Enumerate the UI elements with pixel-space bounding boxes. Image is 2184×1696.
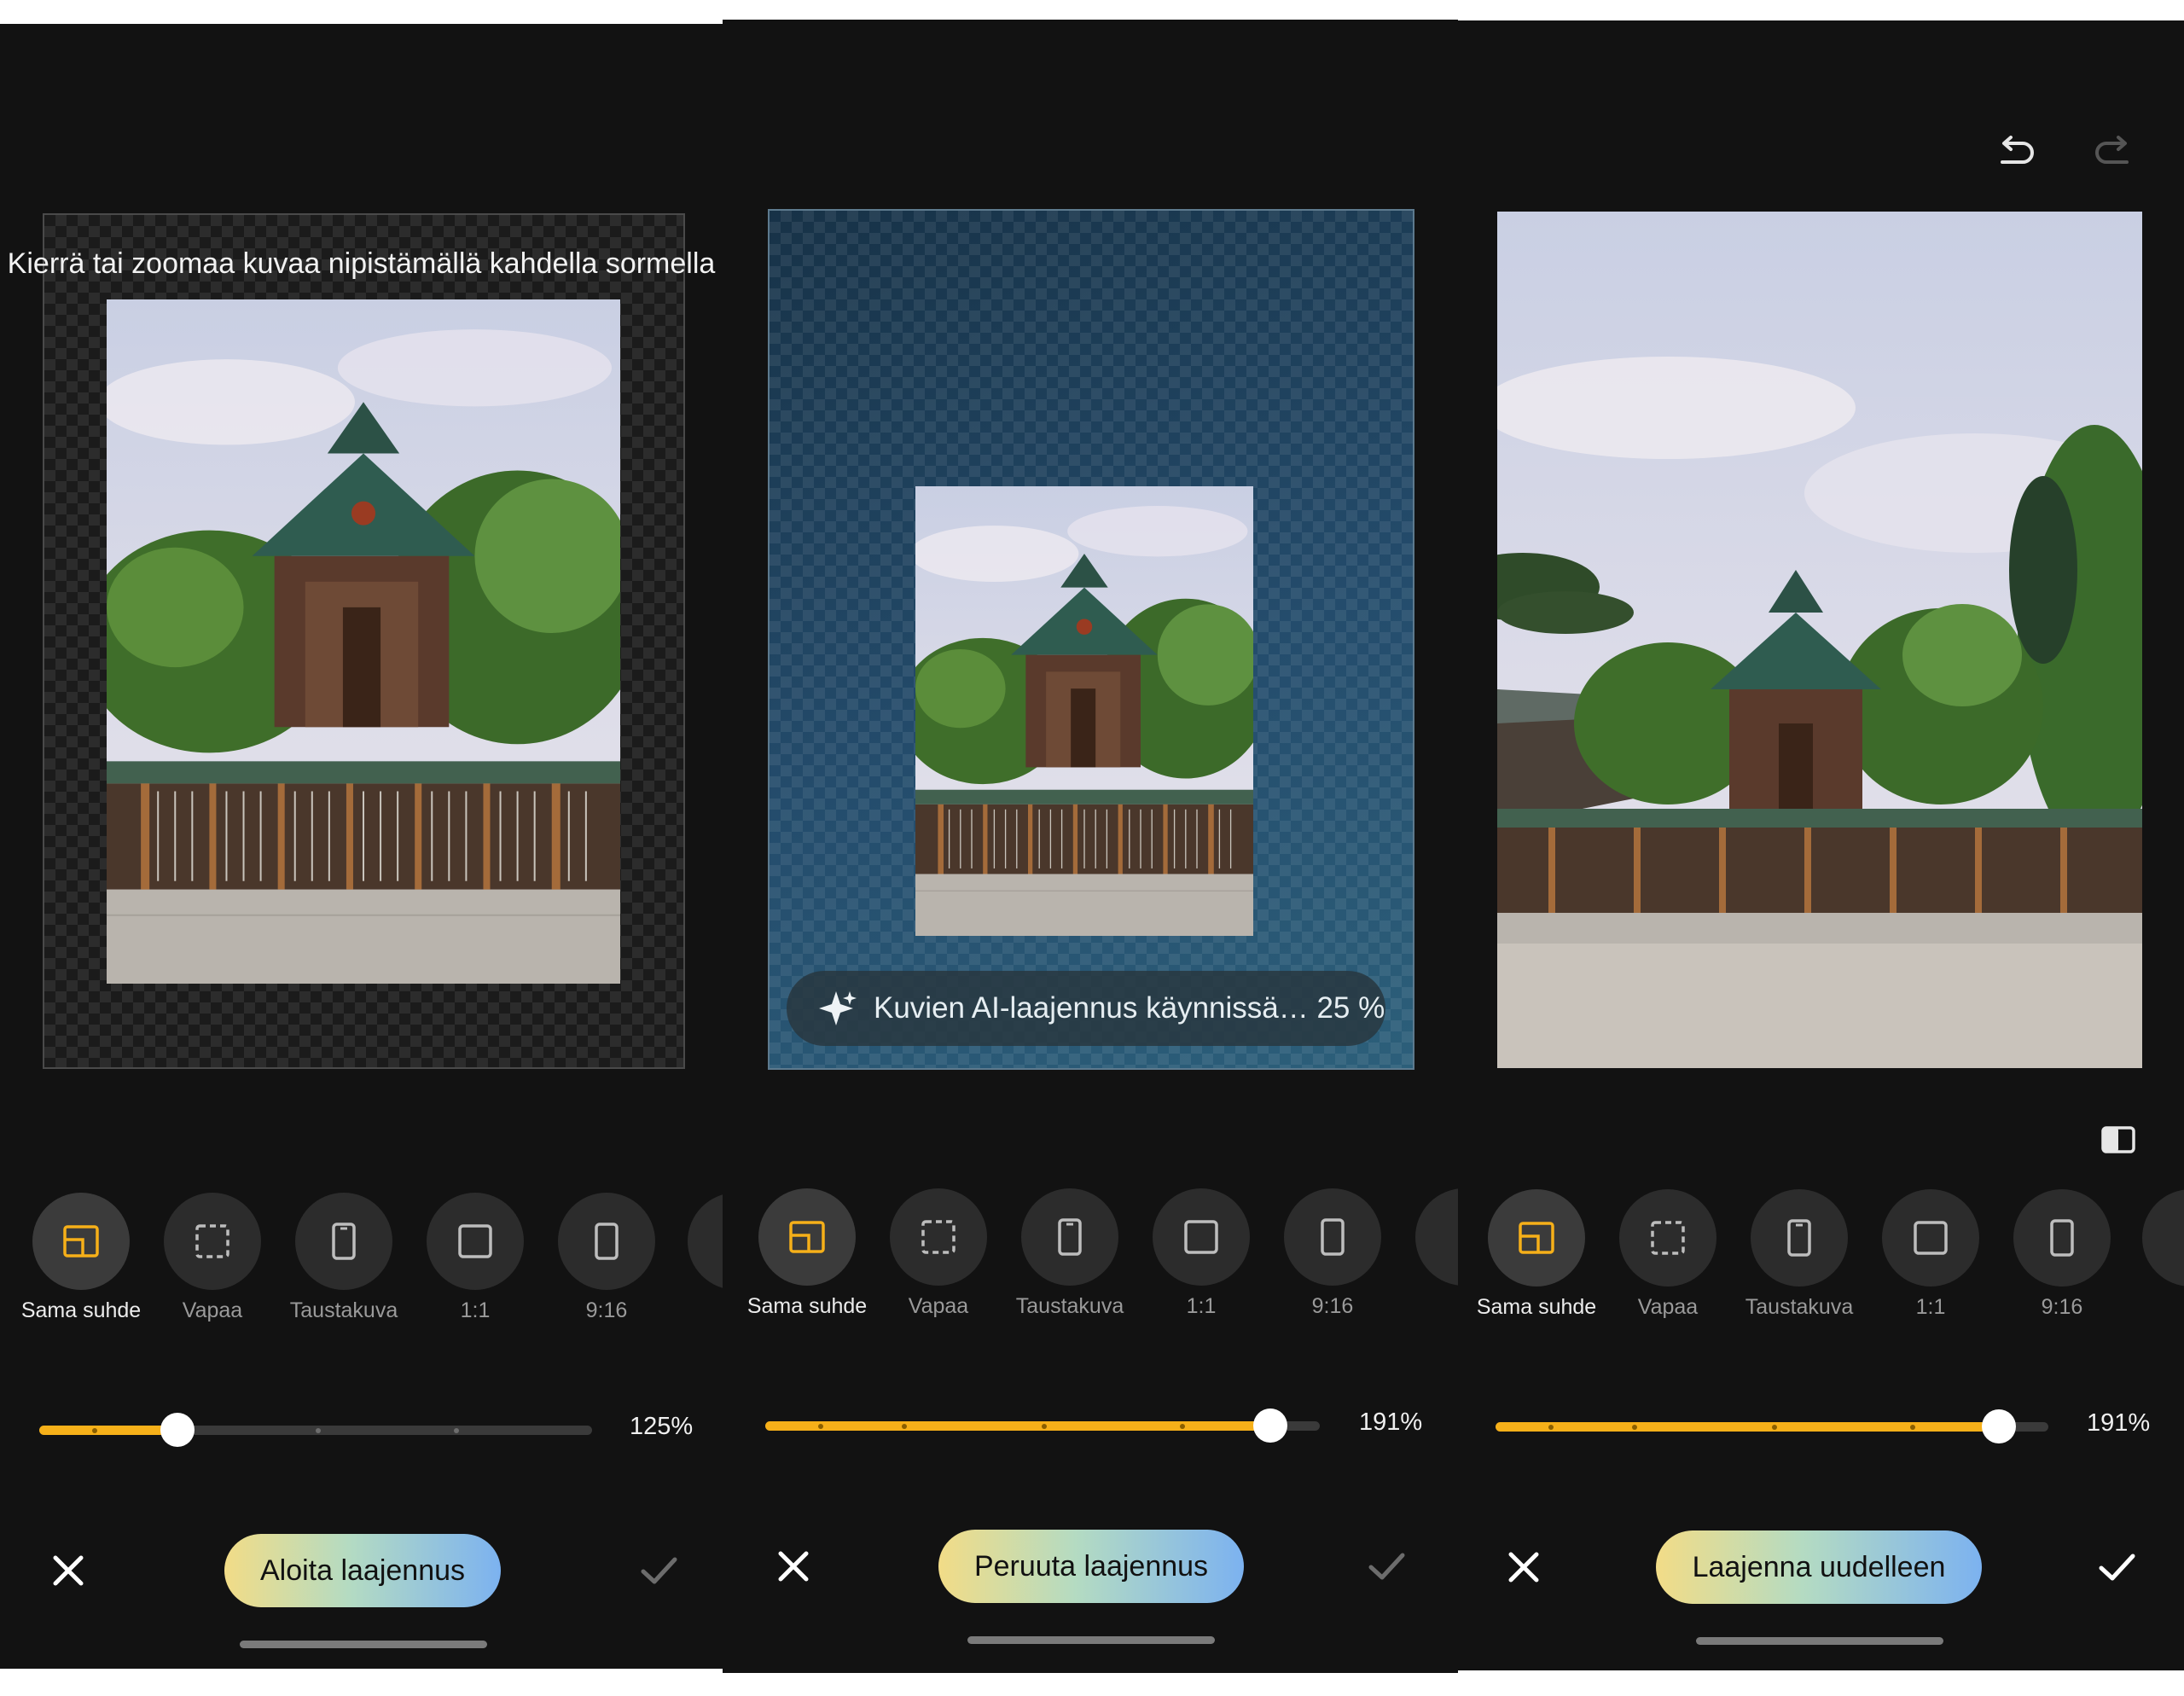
option-label: Vapaa xyxy=(1637,1295,1699,1319)
option-1-1[interactable]: 1:1 xyxy=(410,1193,541,1323)
portrait-ratio-icon xyxy=(2050,1219,2074,1257)
option-1-1[interactable]: 1:1 xyxy=(1136,1188,1267,1319)
option-label: Taustakuva xyxy=(1015,1294,1124,1318)
editor-screen-3: Sama suhde Vapaa Taustakuva 1:1 9:16 191… xyxy=(1458,20,2184,1670)
option-9-16[interactable]: 9:16 xyxy=(1267,1188,1398,1319)
zoom-slider-knob[interactable] xyxy=(160,1413,195,1447)
zoom-percent: 191% xyxy=(1359,1408,1423,1436)
aspect-options: Sama suhde Vapaa Taustakuva 1:1 9:16 xyxy=(723,1188,1458,1319)
same-ratio-icon xyxy=(63,1225,99,1257)
confirm-icon[interactable] xyxy=(1361,1541,1412,1592)
ai-progress-toast: Kuvien AI-laajennus käynnissä… 25 % xyxy=(787,971,1385,1046)
zoom-slider[interactable] xyxy=(39,1413,592,1447)
editor-screen-1: Kierrä tai zoomaa kuvaa nipistämällä kah… xyxy=(0,24,723,1669)
portrait-ratio-icon xyxy=(595,1223,619,1260)
option-1-1[interactable]: 1:1 xyxy=(1865,1189,1996,1320)
same-ratio-icon xyxy=(1519,1222,1554,1254)
bottom-bar: Peruuta laajennus xyxy=(723,1530,1458,1606)
option-more-partial[interactable] xyxy=(688,1193,723,1290)
option-label: 9:16 xyxy=(1311,1294,1354,1318)
gesture-hint: Kierrä tai zoomaa kuvaa nipistämällä kah… xyxy=(7,247,716,280)
option-label: Sama suhde xyxy=(1476,1295,1597,1319)
phone-wallpaper-icon xyxy=(332,1223,356,1260)
option-free[interactable]: Vapaa xyxy=(147,1193,278,1323)
zoom-fill xyxy=(39,1426,177,1435)
close-icon[interactable] xyxy=(43,1545,94,1596)
home-indicator xyxy=(967,1636,1215,1644)
option-label: Sama suhde xyxy=(746,1294,868,1318)
portrait-ratio-icon xyxy=(1321,1218,1345,1256)
compare-icon[interactable] xyxy=(2100,1121,2137,1159)
cancel-expand-button[interactable]: Peruuta laajennus xyxy=(938,1530,1244,1603)
option-9-16[interactable]: 9:16 xyxy=(541,1193,672,1323)
option-more-partial[interactable] xyxy=(1415,1188,1458,1286)
confirm-icon[interactable] xyxy=(2091,1542,2142,1593)
option-9-16[interactable]: 9:16 xyxy=(1996,1189,2128,1320)
close-icon[interactable] xyxy=(768,1541,819,1592)
aspect-options: Sama suhde Vapaa Taustakuva 1:1 9:16 xyxy=(0,1193,723,1323)
bottom-bar: Laajenna uudelleen xyxy=(1458,1530,2184,1607)
option-same-ratio[interactable]: Sama suhde xyxy=(741,1188,873,1319)
option-free[interactable]: Vapaa xyxy=(1602,1189,1734,1320)
confirm-icon[interactable] xyxy=(633,1545,684,1596)
same-ratio-icon xyxy=(789,1221,825,1253)
close-icon[interactable] xyxy=(1498,1542,1549,1593)
undo-icon[interactable] xyxy=(1992,130,2040,177)
option-label: Vapaa xyxy=(182,1298,243,1322)
option-label: Taustakuva xyxy=(289,1298,398,1322)
free-crop-icon xyxy=(1651,1221,1685,1255)
expanded-photo[interactable] xyxy=(1497,212,2142,1068)
zoom-slider-knob[interactable] xyxy=(1982,1409,2016,1443)
photo xyxy=(915,486,1253,936)
bottom-bar: Aloita laajennus xyxy=(0,1534,723,1611)
zoom-percent: 191% xyxy=(2087,1409,2151,1437)
zoom-fill xyxy=(1496,1422,1999,1432)
zoom-slider[interactable] xyxy=(1496,1409,2048,1443)
option-wallpaper[interactable]: Taustakuva xyxy=(1004,1188,1136,1319)
redo-icon[interactable] xyxy=(2089,130,2137,177)
zoom-slider[interactable] xyxy=(765,1408,1320,1443)
option-same-ratio[interactable]: Sama suhde xyxy=(15,1193,147,1323)
square-ratio-icon xyxy=(1184,1220,1218,1254)
option-label: 1:1 xyxy=(1186,1294,1217,1318)
editor-screen-2: Kuvien AI-laajennus käynnissä… 25 % Sama… xyxy=(723,20,1458,1673)
option-label: 1:1 xyxy=(1915,1295,1946,1319)
option-label: Vapaa xyxy=(908,1294,969,1318)
expand-again-button[interactable]: Laajenna uudelleen xyxy=(1656,1530,1982,1604)
zoom-percent: 125% xyxy=(630,1413,694,1440)
free-crop-icon xyxy=(195,1224,229,1258)
option-label: Taustakuva xyxy=(1745,1295,1854,1319)
photo xyxy=(107,299,620,984)
start-expand-button[interactable]: Aloita laajennus xyxy=(224,1534,501,1607)
progress-text: Kuvien AI-laajennus käynnissä… 25 % xyxy=(874,991,1385,1025)
square-ratio-icon xyxy=(1914,1221,1948,1255)
option-free[interactable]: Vapaa xyxy=(873,1188,1004,1319)
option-wallpaper[interactable]: Taustakuva xyxy=(278,1193,410,1323)
phone-wallpaper-icon xyxy=(1787,1219,1811,1257)
option-label: 9:16 xyxy=(585,1298,628,1322)
home-indicator xyxy=(1696,1637,1943,1645)
free-crop-icon xyxy=(921,1220,956,1254)
aspect-options: Sama suhde Vapaa Taustakuva 1:1 9:16 xyxy=(1458,1189,2184,1320)
zoom-slider-knob[interactable] xyxy=(1253,1408,1287,1443)
option-label: 9:16 xyxy=(2041,1295,2083,1319)
option-same-ratio[interactable]: Sama suhde xyxy=(1471,1189,1602,1320)
option-label: 1:1 xyxy=(460,1298,491,1322)
option-label: Sama suhde xyxy=(20,1298,142,1322)
phone-wallpaper-icon xyxy=(1058,1218,1082,1256)
ai-sparkle-icon xyxy=(819,991,857,1025)
square-ratio-icon xyxy=(458,1224,492,1258)
zoom-fill xyxy=(765,1421,1270,1431)
option-more-partial[interactable] xyxy=(2142,1189,2184,1287)
home-indicator xyxy=(240,1641,487,1648)
option-wallpaper[interactable]: Taustakuva xyxy=(1734,1189,1865,1320)
